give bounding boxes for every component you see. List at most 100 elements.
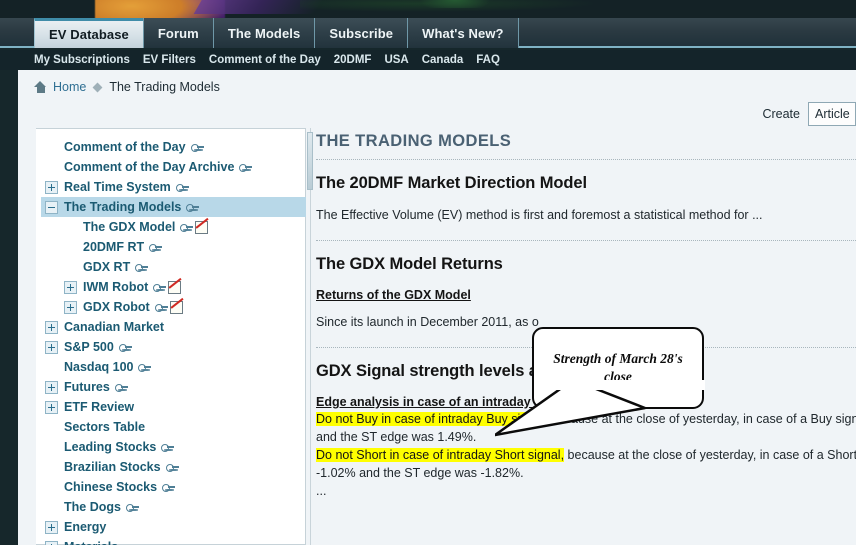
sidebar-item-label: Futures (64, 380, 110, 394)
expand-icon[interactable] (45, 540, 58, 545)
section-divider (316, 239, 856, 241)
sidebar-item-sectors-table[interactable]: Sectors Table (41, 417, 306, 437)
sidebar-item-gdx-robot[interactable]: GDX Robot (41, 297, 306, 317)
sidebar-item-comment-of-the-day-archive[interactable]: Comment of the Day Archive (41, 157, 306, 177)
sidebar-item-label: GDX Robot (83, 300, 150, 314)
expand-icon[interactable] (64, 300, 77, 314)
expand-icon[interactable] (45, 340, 58, 354)
subnav-item-canada[interactable]: Canada (422, 54, 464, 66)
section-divider (316, 159, 856, 160)
sidebar-item-real-time-system[interactable]: Real Time System (41, 177, 306, 197)
create-type-select[interactable]: Article (808, 102, 856, 126)
key-icon (161, 443, 175, 452)
key-icon (162, 483, 176, 492)
sidebar-item-canadian-market[interactable]: Canadian Market (41, 317, 306, 337)
create-label: Create (762, 107, 800, 121)
subnav-item-comment-of-the-day[interactable]: Comment of the Day (209, 54, 321, 66)
tab-ev-database[interactable]: EV Database (34, 18, 144, 48)
sidebar-item-the-trading-models[interactable]: The Trading Models (41, 197, 306, 217)
sidebar-item-gdx-rt[interactable]: GDX RT (41, 257, 306, 277)
key-icon (125, 503, 139, 512)
sidebar-item-etf-review[interactable]: ETF Review (41, 397, 306, 417)
sidebar-panel: Comment of the Day Comment of the Day Arc… (36, 128, 306, 545)
sidebar-item-20dmf-rt[interactable]: 20DMF RT (41, 237, 306, 257)
sidebar-item-the-dogs[interactable]: The Dogs (41, 497, 306, 517)
heading-20dmf: The 20DMF Market Direction Model (316, 174, 587, 192)
sidebar-item-futures[interactable]: Futures (41, 377, 306, 397)
sidebar-item-label: Leading Stocks (64, 440, 157, 454)
expand-icon[interactable] (45, 380, 58, 394)
subnav-item-20dmf[interactable]: 20DMF (334, 54, 372, 66)
key-icon (180, 223, 194, 232)
banner-artwork-leaf-icon (420, 0, 490, 8)
key-icon (175, 183, 189, 192)
sidebar-item-label: GDX RT (83, 260, 131, 274)
expand-icon[interactable] (45, 400, 58, 414)
sidebar-item-label: Canadian Market (64, 320, 165, 334)
sidebar-tree: Comment of the Day Comment of the Day Arc… (41, 137, 306, 545)
heading-gdx-returns: The GDX Model Returns (316, 254, 503, 273)
primary-tabs: EV Database Forum The Models Subscribe W… (34, 18, 519, 48)
sidebar-item-brazilian-stocks[interactable]: Brazilian Stocks (41, 457, 306, 477)
sidebar-item-leading-stocks[interactable]: Leading Stocks (41, 437, 306, 457)
sidebar-item-label: The Trading Models (64, 200, 182, 214)
sidebar-item-label: Comment of the Day Archive (64, 160, 235, 174)
sidebar-item-label: Brazilian Stocks (64, 460, 161, 474)
subnav-item-ev-filters[interactable]: EV Filters (143, 54, 196, 66)
sidebar-item-label: Sectors Table (64, 420, 146, 434)
chart-icon (195, 220, 209, 234)
expand-icon[interactable] (45, 320, 58, 334)
tab-forum[interactable]: Forum (142, 18, 214, 48)
sidebar-item-label: Energy (64, 520, 107, 534)
page-body: Home The Trading Models Create Article C… (18, 70, 856, 545)
sidebar-item-label: The Dogs (64, 500, 121, 514)
key-icon (149, 243, 163, 252)
key-icon (153, 283, 167, 292)
key-icon (114, 383, 128, 392)
link-returns-of-the-gdx-model[interactable]: Returns of the GDX Model (316, 288, 856, 302)
edge-line-3-rest: because at the close of yesterday, in ca… (564, 448, 856, 462)
key-icon (165, 463, 179, 472)
tab-label: The Models (227, 25, 301, 41)
sidebar-item-energy[interactable]: Energy (41, 517, 306, 537)
expand-icon[interactable] (64, 280, 77, 294)
subnav-item-faq[interactable]: FAQ (476, 54, 500, 66)
secondary-nav: My Subscriptions EV Filters Comment of t… (0, 50, 856, 70)
key-icon (190, 143, 204, 152)
edge-ellipsis: ... (316, 484, 327, 499)
sidebar-item-iwm-robot[interactable]: IWM Robot (41, 277, 306, 297)
create-row: Create Article (762, 102, 856, 126)
sidebar-item-materials[interactable]: Materials (41, 537, 306, 545)
sidebar-item-label: The GDX Model (83, 220, 176, 234)
breadcrumb-current: The Trading Models (109, 80, 220, 94)
key-icon (138, 363, 152, 372)
expand-icon[interactable] (45, 180, 58, 194)
collapse-icon[interactable] (45, 200, 58, 214)
site-banner (0, 0, 856, 18)
app-root: EV Database Forum The Models Subscribe W… (0, 0, 856, 545)
tab-label: Forum (157, 25, 199, 41)
content-divider (310, 128, 311, 545)
expand-icon[interactable] (45, 520, 58, 534)
sidebar-item-comment-of-the-day[interactable]: Comment of the Day (41, 137, 306, 157)
sidebar-item-label: Materials (64, 540, 118, 545)
content-scrollbar-thumb[interactable] (307, 132, 313, 190)
key-icon (154, 303, 168, 312)
subnav-item-my-subscriptions[interactable]: My Subscriptions (34, 54, 130, 66)
sidebar-item-label: Comment of the Day (64, 140, 186, 154)
subnav-item-usa[interactable]: USA (384, 54, 408, 66)
breadcrumb-home-link[interactable]: Home (53, 80, 86, 94)
tab-whats-new[interactable]: What's New? (407, 18, 519, 48)
home-icon (34, 81, 47, 93)
sidebar-item-s-p-500[interactable]: S&P 500 (41, 337, 306, 357)
key-icon (135, 263, 149, 272)
sidebar-item-chinese-stocks[interactable]: Chinese Stocks (41, 477, 306, 497)
sidebar-item-label: Real Time System (64, 180, 171, 194)
sidebar-item-label: IWM Robot (83, 280, 149, 294)
tab-subscribe[interactable]: Subscribe (314, 18, 409, 48)
sidebar-item-label: ETF Review (64, 400, 135, 414)
sidebar-item-nasdaq-100[interactable]: Nasdaq 100 (41, 357, 306, 377)
sidebar-item-the-gdx-model[interactable]: The GDX Model (41, 217, 306, 237)
tab-the-models[interactable]: The Models (212, 18, 316, 48)
sidebar-item-label: 20DMF RT (83, 240, 145, 254)
